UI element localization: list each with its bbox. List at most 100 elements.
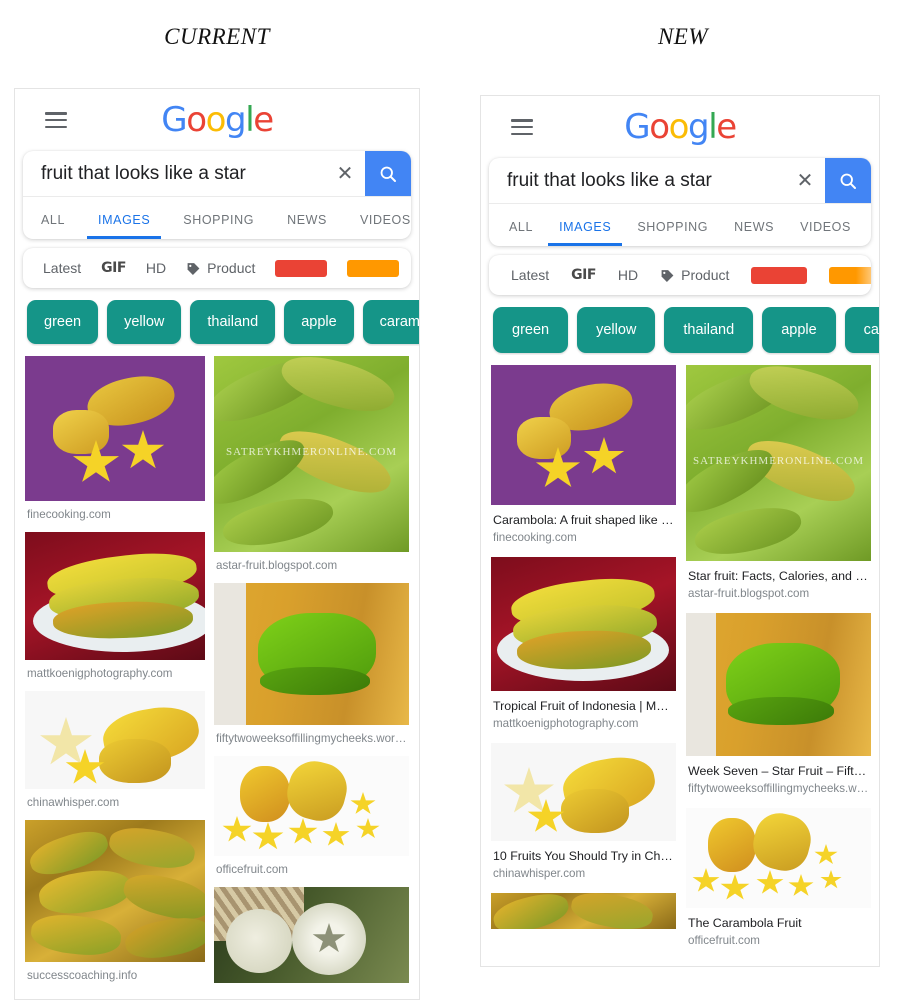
grid-column-right: SATREYKHMERONLINE.COM astar-fruit.blogsp… <box>214 356 409 999</box>
panel-heading-current: CURRENT <box>164 24 270 49</box>
logo-letter: g <box>688 107 710 147</box>
result-image[interactable] <box>686 808 871 908</box>
filter-bar-current: Latest GIF HD Product <box>23 248 411 288</box>
result-item[interactable]: finecooking.com <box>25 356 205 532</box>
result-title[interactable]: Week Seven – Star Fruit – Fifty-Tw… <box>686 756 871 780</box>
result-item[interactable] <box>491 893 676 929</box>
result-image[interactable] <box>25 532 205 660</box>
result-image[interactable] <box>214 583 409 725</box>
result-item[interactable]: The Carambola Fruit officefruit.com <box>686 808 871 960</box>
tab-bar-new: ALL IMAGES SHOPPING NEWS VIDEOS <box>489 204 871 246</box>
color-filter-red[interactable] <box>751 266 808 284</box>
related-chip-yellow[interactable]: yellow <box>577 307 656 353</box>
result-item[interactable]: fiftytwoweeksoffillingmycheeks.word… <box>214 583 409 756</box>
logo-letter: e <box>253 100 274 140</box>
hamburger-menu-icon[interactable] <box>511 119 533 135</box>
result-image[interactable] <box>686 613 871 756</box>
clear-icon[interactable]: ✕ <box>785 171 825 191</box>
filter-latest[interactable]: Latest <box>43 260 81 276</box>
image-grid-current: finecooking.com mattkoenigphotography.co… <box>15 356 419 999</box>
tab-all[interactable]: ALL <box>39 213 67 239</box>
result-item[interactable]: chinawhisper.com <box>25 691 205 820</box>
google-logo: Google <box>624 107 737 147</box>
result-title[interactable]: Star fruit: Facts, Calories, and whe… <box>686 561 871 585</box>
logo-letter: G <box>161 100 187 140</box>
result-image[interactable] <box>491 557 676 691</box>
filter-latest[interactable]: Latest <box>511 267 549 283</box>
result-item[interactable]: Tropical Fruit of Indonesia | Matt K… ma… <box>491 557 676 743</box>
result-title[interactable]: 10 Fruits You Should Try in China <box>491 841 676 865</box>
result-image[interactable] <box>491 893 676 929</box>
tab-images[interactable]: IMAGES <box>87 213 162 239</box>
tab-bar-current: ALLIMAGESSHOPPINGNEWSVIDEOSM <box>23 197 411 239</box>
color-filter-red[interactable] <box>275 259 328 277</box>
result-title[interactable]: Carambola: A fruit shaped like a st… <box>491 505 676 529</box>
tab-news[interactable]: NEWS <box>732 220 776 246</box>
filter-gif[interactable]: GIF <box>571 267 596 283</box>
result-item[interactable]: Carambola: A fruit shaped like a st… fin… <box>491 365 676 557</box>
result-item[interactable]: Week Seven – Star Fruit – Fifty-Tw… fift… <box>686 613 871 808</box>
filter-product-label: Product <box>681 267 730 283</box>
clear-icon[interactable]: ✕ <box>325 164 365 184</box>
tab-shopping[interactable]: SHOPPING <box>635 220 710 246</box>
result-item[interactable]: 10 Fruits You Should Try in China chinaw… <box>491 743 676 893</box>
logo-letter: g <box>225 100 247 140</box>
result-item[interactable]: mattkoenigphotography.com <box>25 532 205 691</box>
search-button[interactable] <box>365 151 411 196</box>
result-image[interactable] <box>491 743 676 841</box>
result-domain: officefruit.com <box>216 863 288 876</box>
result-image[interactable]: SATREYKHMERONLINE.COM <box>214 356 409 552</box>
result-domain: finecooking.com <box>27 508 111 521</box>
related-chip-thailand[interactable]: thailand <box>664 307 754 353</box>
result-item[interactable]: SATREYKHMERONLINE.COM astar-fruit.blogsp… <box>214 356 409 583</box>
result-item[interactable] <box>214 887 409 999</box>
search-row: fruit that looks like a star ✕ <box>23 151 411 197</box>
tab-videos[interactable]: VIDEOS <box>358 213 411 239</box>
related-chip-apple[interactable]: apple <box>284 300 354 344</box>
related-chip-green[interactable]: green <box>27 300 99 344</box>
related-chips-new: greenyellowthailandapplecarambola <box>481 307 879 355</box>
tab-images[interactable]: IMAGES <box>548 220 623 246</box>
result-image[interactable] <box>491 365 676 505</box>
search-input[interactable]: fruit that looks like a star <box>489 170 785 192</box>
result-domain: successcoaching.info <box>27 969 138 982</box>
related-chip-thailand[interactable]: thailand <box>190 300 276 344</box>
result-image[interactable] <box>214 887 409 983</box>
result-image[interactable] <box>25 820 205 962</box>
related-chip-carambola[interactable]: carambola <box>844 307 879 353</box>
result-image[interactable] <box>25 356 205 501</box>
result-domain: chinawhisper.com <box>27 796 120 809</box>
related-chip-yellow[interactable]: yellow <box>107 300 182 344</box>
related-chip-apple[interactable]: apple <box>762 307 836 353</box>
search-row: fruit that looks like a star ✕ <box>489 158 871 204</box>
filter-hd[interactable]: HD <box>618 267 638 283</box>
result-domain: chinawhisper.com <box>493 867 586 880</box>
tab-all[interactable]: ALL <box>507 220 535 246</box>
color-filter-orange[interactable] <box>829 266 871 284</box>
grid-column-right: SATREYKHMERONLINE.COM Star fruit: Facts,… <box>686 365 871 960</box>
color-filter-orange[interactable] <box>347 259 400 277</box>
tab-videos[interactable]: VIDEOS <box>798 220 853 246</box>
related-chip-carambola[interactable]: carambola <box>362 300 419 344</box>
tab-shopping[interactable]: SHOPPING <box>181 213 256 239</box>
hamburger-menu-icon[interactable] <box>45 112 67 128</box>
tab-news[interactable]: NEWS <box>285 213 329 239</box>
result-domain: mattkoenigphotography.com <box>27 667 173 680</box>
filter-product[interactable]: Product <box>660 267 729 283</box>
result-item[interactable]: SATREYKHMERONLINE.COM Star fruit: Facts,… <box>686 365 871 613</box>
related-chip-green[interactable]: green <box>493 307 569 353</box>
result-image[interactable]: SATREYKHMERONLINE.COM <box>686 365 871 561</box>
result-image[interactable] <box>25 691 205 789</box>
search-button[interactable] <box>825 158 871 203</box>
search-input[interactable]: fruit that looks like a star <box>23 163 325 185</box>
result-image[interactable] <box>214 756 409 856</box>
filter-product-label: Product <box>207 260 256 276</box>
filter-gif[interactable]: GIF <box>101 260 126 276</box>
result-item[interactable]: successcoaching.info <box>25 820 205 993</box>
panel-heading-new: NEW <box>657 24 709 49</box>
filter-hd[interactable]: HD <box>146 260 166 276</box>
result-title[interactable]: The Carambola Fruit <box>686 908 871 932</box>
filter-product[interactable]: Product <box>186 260 255 276</box>
result-title[interactable]: Tropical Fruit of Indonesia | Matt K… <box>491 691 676 715</box>
result-item[interactable]: officefruit.com <box>214 756 409 887</box>
